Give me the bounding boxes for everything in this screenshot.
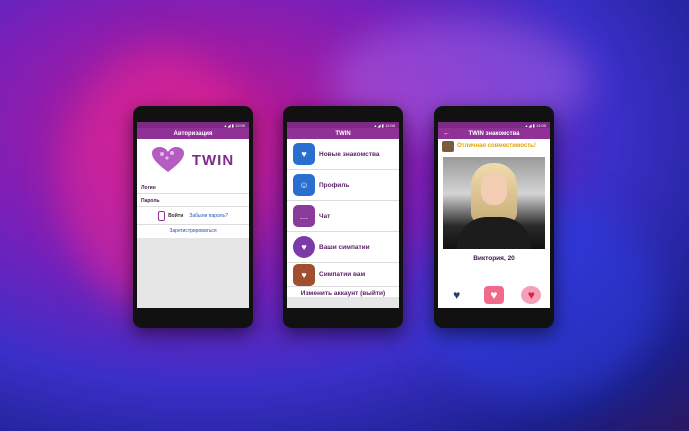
- menu-item-likes-you[interactable]: ♥ Симпатии вам: [287, 263, 399, 287]
- couple-icon: [442, 140, 454, 152]
- message-icon[interactable]: ♥: [483, 286, 504, 304]
- login-row: Войти Забыли пароль?: [137, 207, 249, 224]
- phone-login-icon: [158, 210, 166, 221]
- login-screen: ▴ ◢ ▮ 12:00 Авторизация TWIN Логин Парол…: [137, 122, 249, 308]
- menu-item-label: Симпатии вам: [319, 271, 366, 278]
- chat-icon: …: [293, 205, 315, 227]
- login-button-label: Войти: [168, 212, 184, 219]
- profile-icon: ☺: [293, 174, 315, 196]
- photo-face: [481, 173, 507, 205]
- menu-item-profile[interactable]: ☺ Профиль: [287, 170, 399, 201]
- match-banner: Отличная совместимость!: [438, 139, 550, 153]
- logout-button[interactable]: Изменить аккаунт (выйти): [287, 287, 399, 297]
- page-title: TWIN: [335, 130, 351, 137]
- compatibility-text: Отличная совместимость!: [457, 143, 536, 149]
- page-title: Авторизация: [173, 130, 213, 137]
- register-link[interactable]: Зарегистрироваться: [137, 224, 249, 238]
- profile-screen: ▴ ◢ ▮ 12:00 ← TWIN знакомства Отличная с…: [438, 122, 550, 308]
- app-bar: ← TWIN знакомства: [438, 128, 550, 139]
- login-field[interactable]: Логин: [137, 181, 249, 194]
- new-matches-icon: ♥: [293, 143, 315, 165]
- menu-item-label: Чат: [319, 212, 331, 220]
- forgot-password-link[interactable]: Забыли пароль?: [189, 213, 228, 219]
- logo-area: TWIN: [137, 139, 249, 181]
- phone-menu: ▴ ◢ ▮ 12:00 TWIN ♥ Новые знакомства ☺ Пр…: [283, 106, 403, 328]
- logo-text: TWIN: [191, 151, 235, 169]
- profile-photo[interactable]: [443, 157, 545, 249]
- menu-item-label: Новые знакомства: [319, 150, 380, 158]
- password-field[interactable]: Пароль: [137, 194, 249, 207]
- like-icon[interactable]: ♥: [521, 286, 542, 304]
- photo-shirt: [457, 217, 531, 249]
- phone-profile: ▴ ◢ ▮ 12:00 ← TWIN знакомства Отличная с…: [434, 106, 554, 328]
- app-bar: TWIN: [287, 128, 399, 139]
- app-bar: Авторизация: [137, 128, 249, 139]
- menu-screen: ▴ ◢ ▮ 12:00 TWIN ♥ Новые знакомства ☺ Пр…: [287, 122, 399, 308]
- page-title: TWIN знакомства: [468, 130, 520, 137]
- menu-item-label: Ваши симпатии: [319, 243, 370, 251]
- likes-you-icon: ♥: [293, 263, 315, 286]
- login-button[interactable]: Войти: [158, 210, 184, 221]
- menu-item-chat[interactable]: … Чат: [287, 201, 399, 232]
- menu-item-new-matches[interactable]: ♥ Новые знакомства: [287, 139, 399, 170]
- profile-name: Виктория, 20: [473, 255, 515, 262]
- back-arrow-icon[interactable]: ←: [443, 130, 450, 137]
- menu-item-your-likes[interactable]: ♥ Ваши симпатии: [287, 232, 399, 263]
- your-likes-icon: ♥: [293, 236, 315, 258]
- heart-logo-icon: [151, 147, 184, 173]
- phone-login: ▴ ◢ ▮ 12:00 Авторизация TWIN Логин Парол…: [133, 106, 253, 328]
- action-row: ♥ ♥ ♥: [438, 286, 550, 304]
- menu-item-label: Профиль: [319, 181, 350, 189]
- dislike-icon[interactable]: ♥: [447, 286, 467, 304]
